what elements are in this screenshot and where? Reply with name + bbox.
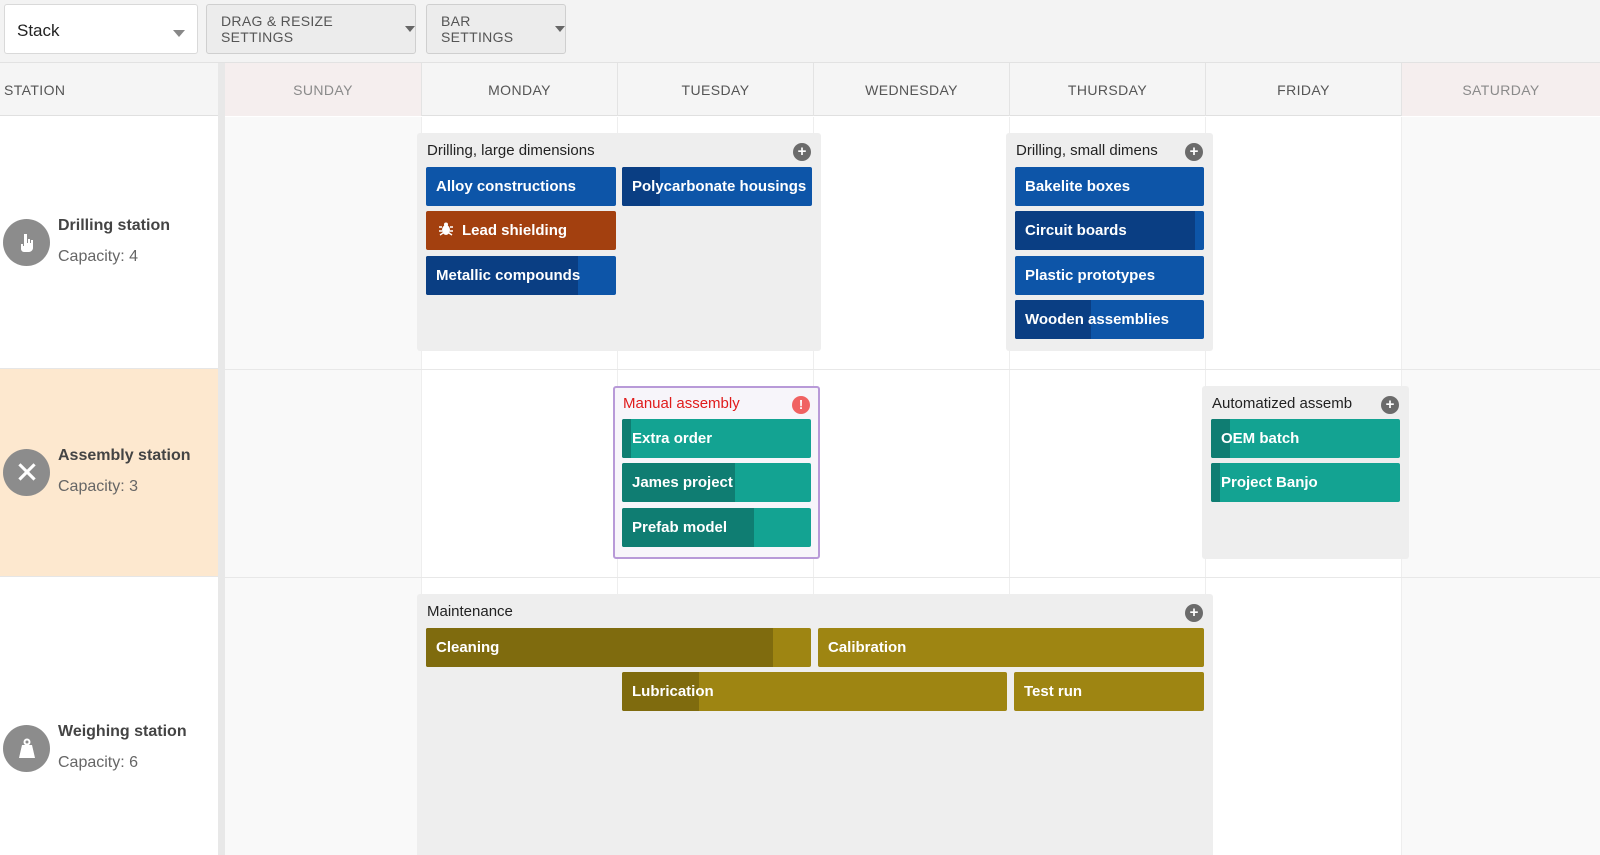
- day-column: [225, 117, 422, 855]
- day-header-tuesday: TUESDAY: [618, 63, 814, 116]
- day-header-wednesday: WEDNESDAY: [814, 63, 1010, 116]
- add-icon[interactable]: +: [1381, 396, 1399, 414]
- event-label: Plastic prototypes: [1025, 267, 1156, 284]
- row-divider: [225, 577, 1600, 578]
- bar-settings-button[interactable]: BAR SETTINGS: [426, 4, 566, 54]
- day-header-monday: MONDAY: [422, 63, 618, 116]
- day-header-sunday: SUNDAY: [225, 63, 422, 116]
- resource-row-assembly[interactable]: Assembly station Capacity: 3: [0, 369, 218, 577]
- event-bar[interactable]: Cleaning: [426, 628, 811, 667]
- event-label: Project Banjo: [1221, 474, 1318, 491]
- layout-select[interactable]: Stack: [4, 4, 198, 54]
- station-name: Assembly station: [58, 447, 191, 464]
- event-bar[interactable]: Polycarbonate housings: [622, 167, 812, 206]
- day-column: [1402, 117, 1600, 855]
- station-capacity: Capacity: 3: [58, 478, 139, 495]
- event-label: Bakelite boxes: [1025, 178, 1131, 195]
- event-label: Prefab model: [632, 519, 728, 536]
- event-bar[interactable]: James project: [622, 463, 811, 502]
- event-label: Test run: [1024, 683, 1083, 700]
- event-bar[interactable]: Extra order: [622, 419, 811, 458]
- station-capacity: Capacity: 6: [58, 754, 139, 771]
- event-bar[interactable]: Circuit boards: [1015, 211, 1204, 250]
- weight-icon: [3, 725, 50, 772]
- toolbar: Stack DRAG & RESIZE SETTINGS BAR SETTING…: [0, 0, 1600, 63]
- day-header-saturday: SATURDAY: [1402, 63, 1600, 116]
- event-label: OEM batch: [1221, 430, 1300, 447]
- group-title: Drilling, large dimensions: [427, 142, 595, 159]
- event-bar[interactable]: Alloy constructions: [426, 167, 616, 206]
- bug-icon: [438, 221, 454, 241]
- event-label: James project: [632, 474, 733, 491]
- add-icon[interactable]: +: [793, 143, 811, 161]
- event-bar[interactable]: Calibration: [818, 628, 1204, 667]
- layout-select-value: Stack: [17, 21, 60, 40]
- event-label: Metallic compounds: [436, 267, 581, 284]
- row-divider: [225, 369, 1600, 370]
- event-bar[interactable]: Metallic compounds: [426, 256, 616, 295]
- event-label: Lubrication: [632, 683, 714, 700]
- progress-fill: [1211, 463, 1221, 502]
- group-title: Maintenance: [427, 603, 513, 620]
- station-capacity: Capacity: 4: [58, 248, 139, 265]
- station-name: Weighing station: [58, 723, 187, 740]
- add-icon[interactable]: +: [1185, 143, 1203, 161]
- event-bar[interactable]: Lead shielding: [426, 211, 616, 250]
- station-name: Drilling station: [58, 217, 170, 234]
- station-column-header[interactable]: STATION: [0, 63, 218, 116]
- event-label: Polycarbonate housings: [632, 178, 807, 195]
- day-header-friday: FRIDAY: [1206, 63, 1402, 116]
- tools-icon: [3, 449, 50, 496]
- splitter[interactable]: [218, 63, 225, 855]
- event-bar[interactable]: Bakelite boxes: [1015, 167, 1204, 206]
- resource-row-drilling[interactable]: Drilling station Capacity: 4: [0, 117, 218, 369]
- drag-resize-settings-label: DRAG & RESIZE SETTINGS: [221, 13, 334, 45]
- progress-fill: [622, 419, 632, 458]
- event-label: Calibration: [828, 639, 907, 656]
- caret-down-icon: [555, 26, 565, 32]
- chevron-down-icon: [173, 30, 185, 37]
- timeline-header: STATION SUNDAY MONDAY TUESDAY WEDNESDAY …: [0, 63, 1600, 116]
- event-bar[interactable]: Plastic prototypes: [1015, 256, 1204, 295]
- caret-down-icon: [405, 26, 415, 32]
- event-bar[interactable]: OEM batch: [1211, 419, 1400, 458]
- event-label: Extra order: [632, 430, 713, 447]
- add-icon[interactable]: +: [1185, 604, 1203, 622]
- event-label: Alloy constructions: [436, 178, 577, 195]
- event-label: Cleaning: [436, 639, 500, 656]
- group-title: Automatized assemb: [1212, 395, 1353, 412]
- event-label: Lead shielding: [462, 222, 568, 239]
- event-label: Circuit boards: [1025, 222, 1127, 239]
- event-bar[interactable]: Prefab model: [622, 508, 811, 547]
- event-bar[interactable]: Wooden assemblies: [1015, 300, 1204, 339]
- event-bar[interactable]: Project Banjo: [1211, 463, 1400, 502]
- event-bar[interactable]: Test run: [1014, 672, 1204, 711]
- bar-settings-label: BAR SETTINGS: [441, 13, 514, 45]
- day-header-thursday: THURSDAY: [1010, 63, 1206, 116]
- group-title: Drilling, small dimens: [1016, 142, 1158, 159]
- hand-pointer-icon: [3, 219, 50, 266]
- event-bar[interactable]: Lubrication: [622, 672, 1007, 711]
- warning-icon: !: [792, 396, 810, 414]
- drag-resize-settings-button[interactable]: DRAG & RESIZE SETTINGS: [206, 4, 416, 54]
- resource-row-weighing[interactable]: Weighing station Capacity: 6: [0, 577, 218, 855]
- group-title: Manual assembly: [623, 395, 740, 412]
- event-label: Wooden assemblies: [1025, 311, 1169, 328]
